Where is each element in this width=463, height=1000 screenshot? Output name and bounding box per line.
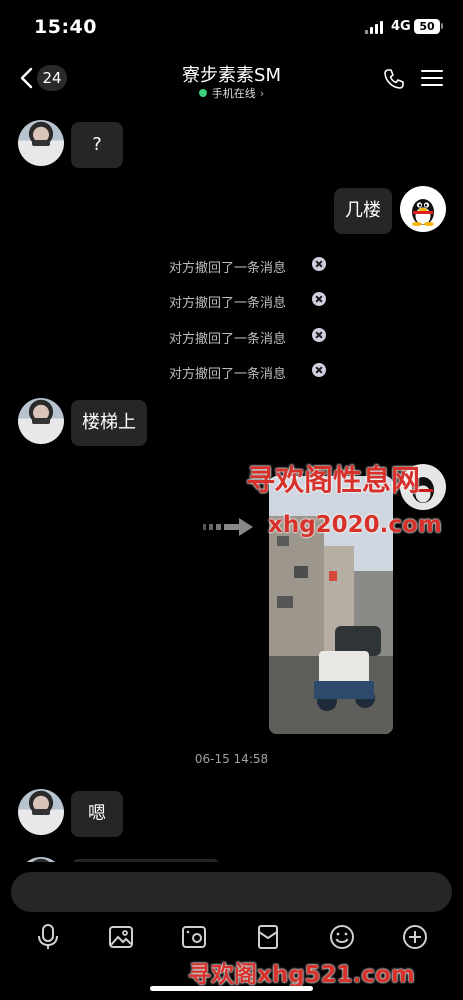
message-bubble-incoming[interactable]: 楼梯上	[71, 400, 147, 446]
message-input[interactable]	[11, 872, 452, 912]
battery-icon: 50	[414, 19, 440, 34]
penguin-icon	[412, 199, 434, 226]
contact-avatar[interactable]	[18, 789, 64, 835]
plus-icon[interactable]	[401, 923, 429, 951]
contact-avatar[interactable]	[18, 120, 64, 166]
online-status-text: 手机在线	[211, 87, 256, 100]
recalled-notice: 对方撤回了一条消息	[169, 290, 349, 311]
recalled-text: 对方撤回了一条消息	[169, 296, 287, 311]
battery-cap	[441, 23, 443, 29]
camera-icon[interactable]	[180, 923, 208, 951]
menu-icon[interactable]	[421, 68, 443, 88]
watermark-text: 寻欢阁性息网	[246, 463, 421, 497]
chevron-right-icon: ›	[259, 87, 265, 100]
forward-arrow-icon	[203, 518, 253, 536]
message-bubble-incoming[interactable]: ?	[71, 122, 123, 168]
message-list[interactable]: ? 几楼 对方撤回了一条消息 对方撤回了一条消息 对方撤回了一条消息 对方撤回了…	[0, 102, 463, 862]
status-time: 15:40	[34, 16, 97, 38]
recalled-notice: 对方撤回了一条消息	[169, 361, 349, 382]
image-icon[interactable]	[107, 923, 135, 951]
contact-avatar[interactable]	[18, 857, 64, 862]
close-icon[interactable]	[312, 363, 326, 377]
close-icon[interactable]	[312, 257, 326, 271]
network-type: 4G	[391, 19, 411, 34]
recalled-text: 对方撤回了一条消息	[169, 332, 287, 347]
emoji-icon[interactable]	[328, 923, 356, 951]
online-status[interactable]: 手机在线 ›	[130, 85, 333, 101]
chat-header: 24 寮步素素SM 手机在线 ›	[0, 54, 463, 102]
recalled-notice: 对方撤回了一条消息	[169, 255, 349, 276]
recalled-text: 对方撤回了一条消息	[169, 367, 287, 382]
home-indicator[interactable]	[150, 986, 313, 991]
online-dot	[198, 89, 207, 97]
message-bubble-outgoing[interactable]: 几楼	[334, 188, 392, 234]
close-icon[interactable]	[312, 328, 326, 342]
back-icon[interactable]	[18, 66, 36, 90]
message-bubble-incoming[interactable]: 嗯	[71, 791, 123, 837]
recalled-text: 对方撤回了一条消息	[169, 261, 287, 276]
red-packet-icon[interactable]	[254, 923, 282, 951]
status-bar: 15:40 4G 50	[0, 0, 463, 54]
phone-icon[interactable]	[382, 67, 406, 91]
watermark-bottom: 寻欢阁xhg521.com	[188, 962, 415, 988]
contact-name[interactable]: 寮步素素SM	[130, 61, 333, 87]
message-timestamp: 06-15 14:58	[194, 752, 269, 766]
unread-count-badge[interactable]: 24	[37, 65, 67, 91]
watermark-url: xhg2020.com	[268, 512, 442, 538]
input-toolbar	[0, 920, 463, 954]
signal-icon	[365, 20, 387, 34]
close-icon[interactable]	[312, 292, 326, 306]
contact-avatar[interactable]	[18, 398, 64, 444]
my-avatar[interactable]	[400, 186, 446, 232]
microphone-icon[interactable]	[34, 923, 62, 951]
recalled-notice: 对方撤回了一条消息	[169, 326, 349, 347]
message-bubble-incoming-partial[interactable]	[71, 859, 221, 862]
